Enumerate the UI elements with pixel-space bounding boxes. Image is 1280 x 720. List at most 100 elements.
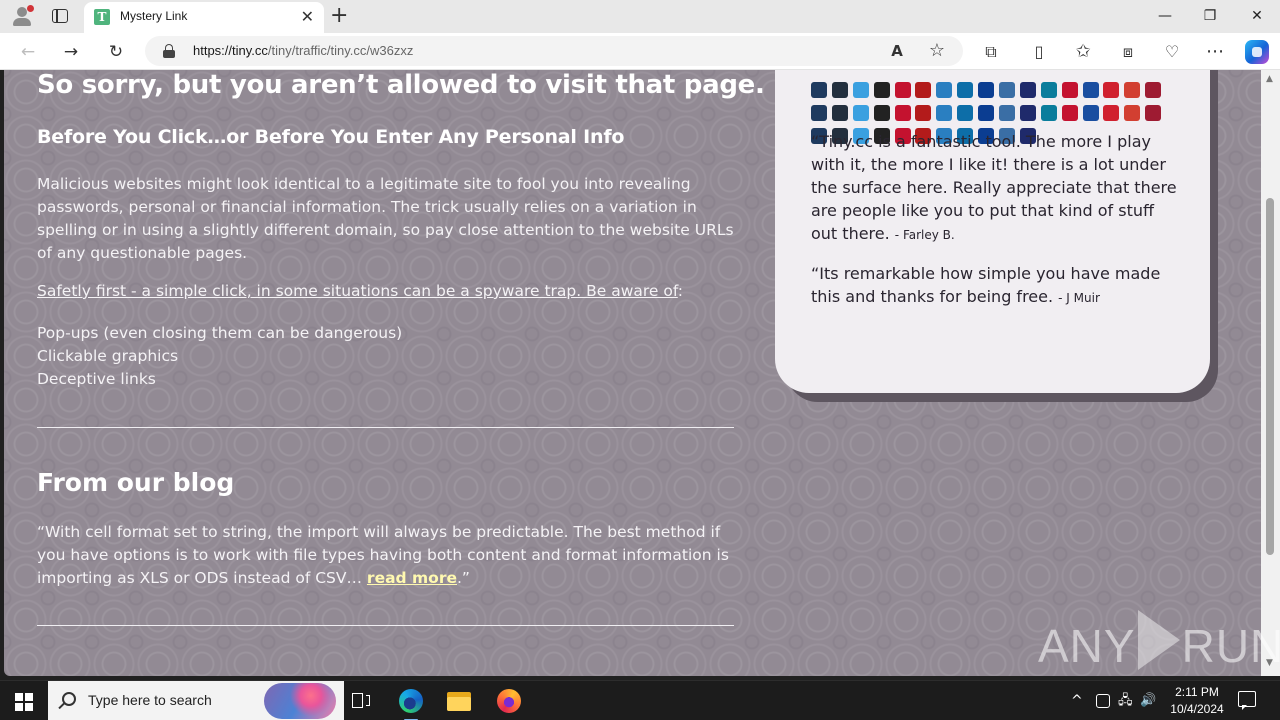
blog-excerpt: “With cell format set to string, the imp… bbox=[37, 521, 737, 590]
more-menu-icon[interactable]: ⋯ bbox=[1202, 39, 1228, 65]
sail-icon bbox=[999, 82, 1016, 98]
arc-icon bbox=[1019, 105, 1036, 121]
intro-paragraph: Malicious websites might look identical … bbox=[37, 175, 734, 262]
tab-title: Mystery Link bbox=[120, 9, 188, 23]
globe-icon bbox=[936, 105, 953, 121]
extensions-icon[interactable]: ⧉ bbox=[978, 39, 1004, 65]
read-more-link[interactable]: read more bbox=[367, 569, 457, 587]
favorite-star-icon[interactable]: ☆ bbox=[927, 41, 947, 61]
nasa-icon bbox=[978, 82, 995, 98]
ring-icon bbox=[873, 105, 890, 121]
testimonial-card: “Tiny.cc is a fantastic tool. The more I… bbox=[775, 70, 1210, 393]
task-view-icon[interactable] bbox=[346, 686, 376, 716]
quote-text: “Tiny.cc is a fantastic tool. The more I… bbox=[811, 132, 1177, 243]
blog-heading: From our blog bbox=[37, 468, 235, 497]
list-item: Deceptive links bbox=[37, 370, 156, 388]
t-icon bbox=[1124, 105, 1141, 121]
crest-icon bbox=[852, 105, 869, 121]
safety-link[interactable]: Safetly first - a simple click, in some … bbox=[37, 282, 678, 300]
cisco-icon bbox=[957, 82, 974, 98]
list-item: Clickable graphics bbox=[37, 347, 179, 365]
logo-row bbox=[811, 105, 1162, 128]
url-host: https://tiny.cc bbox=[193, 43, 268, 58]
s-icon bbox=[1082, 105, 1099, 121]
tab-mystery-link[interactable]: T Mystery Link ✕ bbox=[84, 2, 324, 33]
block-icon bbox=[894, 82, 911, 98]
address-bar[interactable]: https://tiny.cc/tiny/traffic/tiny.cc/w36… bbox=[145, 36, 963, 66]
search-highlight-art bbox=[264, 683, 336, 719]
notification-icon[interactable] bbox=[1238, 691, 1256, 710]
watermark-right: RUN bbox=[1181, 620, 1280, 672]
shield-icon bbox=[915, 82, 932, 98]
search-placeholder: Type here to search bbox=[88, 692, 212, 708]
tab-actions-icon[interactable] bbox=[50, 7, 70, 25]
new-tab-button[interactable]: + bbox=[330, 3, 348, 29]
taskbar-search-box[interactable]: Type here to search bbox=[48, 681, 344, 720]
meet-now-icon[interactable] bbox=[1096, 694, 1110, 708]
url-text[interactable]: https://tiny.cc/tiny/traffic/tiny.cc/w36… bbox=[193, 43, 413, 58]
d-icon bbox=[1019, 82, 1036, 98]
close-window-button[interactable]: ✕ bbox=[1237, 4, 1277, 28]
system-clock[interactable]: 2:11 PM 10/4/2024 bbox=[1162, 684, 1232, 718]
tab-close-icon[interactable]: ✕ bbox=[301, 8, 314, 26]
url-path: /tiny/traffic/tiny.cc/w36zxz bbox=[267, 43, 414, 58]
lock-icon[interactable] bbox=[163, 44, 175, 58]
windows-icon bbox=[957, 105, 974, 121]
amazon-icon bbox=[831, 82, 848, 98]
warning-list: Pop-ups (even closing them can be danger… bbox=[37, 322, 402, 391]
tinycc-favicon-icon: T bbox=[94, 9, 110, 25]
taskbar-firefox[interactable] bbox=[494, 686, 524, 716]
clock-time: 2:11 PM bbox=[1175, 685, 1219, 699]
maximize-button[interactable]: ❐ bbox=[1190, 4, 1230, 28]
aol-icon bbox=[852, 82, 869, 98]
page-title: So sorry, but you aren’t allowed to visi… bbox=[37, 70, 765, 100]
copilot-icon[interactable] bbox=[1245, 40, 1269, 64]
shield-icon bbox=[978, 105, 995, 121]
profile-icon[interactable] bbox=[10, 5, 34, 27]
e-icon bbox=[811, 82, 827, 98]
fda-icon bbox=[1082, 82, 1099, 98]
minimize-button[interactable]: — bbox=[1145, 4, 1185, 28]
crest-icon bbox=[1145, 82, 1162, 98]
list-item: Pop-ups (even closing them can be danger… bbox=[37, 324, 403, 342]
anyrun-watermark: ANY RUN bbox=[1038, 610, 1280, 673]
volume-icon[interactable]: 🔊 bbox=[1140, 691, 1156, 711]
taskbar-edge[interactable] bbox=[396, 686, 426, 720]
k-icon bbox=[894, 105, 911, 121]
gear-icon bbox=[1040, 82, 1057, 98]
h-icon bbox=[811, 105, 827, 121]
search-icon bbox=[62, 692, 76, 706]
refresh-button[interactable]: ↻ bbox=[103, 39, 129, 65]
edge-icon bbox=[399, 689, 423, 713]
page-viewport: So sorry, but you aren’t allowed to visi… bbox=[4, 70, 1261, 676]
hp-icon bbox=[831, 105, 848, 121]
testimonial-quote: “Its remarkable how simple you have made… bbox=[811, 262, 1181, 310]
scrollbar-thumb[interactable] bbox=[1266, 198, 1274, 555]
read-aloud-icon[interactable]: A bbox=[887, 41, 907, 61]
quote-author: - J Muir bbox=[1058, 291, 1100, 305]
wheel-icon bbox=[1103, 105, 1120, 121]
forward-button[interactable]: → bbox=[58, 39, 84, 65]
network-icon[interactable]: 🖧 bbox=[1118, 691, 1133, 711]
collections-icon[interactable]: ⧈ bbox=[1115, 39, 1141, 65]
telekom-icon bbox=[1145, 105, 1162, 121]
play-icon bbox=[1137, 610, 1180, 670]
back-button[interactable]: ← bbox=[15, 39, 41, 65]
blog-closing-quote: .” bbox=[457, 569, 470, 587]
browser-essentials-icon[interactable]: ♡ bbox=[1159, 39, 1185, 65]
favorites-icon[interactable]: ✩ bbox=[1070, 39, 1096, 65]
taskbar: Type here to search ^ 🖧 🔊 2:11 PM 10/4/2… bbox=[0, 680, 1280, 720]
house-icon bbox=[915, 105, 932, 121]
quote-text: “Its remarkable how simple you have made… bbox=[811, 264, 1161, 306]
tray-chevron-icon[interactable]: ^ bbox=[1071, 691, 1083, 711]
scroll-up-icon[interactable]: ▲ bbox=[1266, 74, 1273, 84]
page-scrollbar[interactable]: ▲ ▼ bbox=[1261, 70, 1280, 676]
file-explorer-icon[interactable] bbox=[444, 686, 474, 716]
split-screen-icon[interactable]: ▯ bbox=[1026, 39, 1052, 65]
windows-start-icon[interactable] bbox=[15, 693, 33, 711]
crest-icon bbox=[1040, 105, 1057, 121]
watermark-left: ANY bbox=[1038, 620, 1136, 672]
logo-row bbox=[811, 82, 1162, 105]
testimonial-quote: “Tiny.cc is a fantastic tool. The more I… bbox=[811, 130, 1181, 247]
asus-icon bbox=[873, 82, 890, 98]
